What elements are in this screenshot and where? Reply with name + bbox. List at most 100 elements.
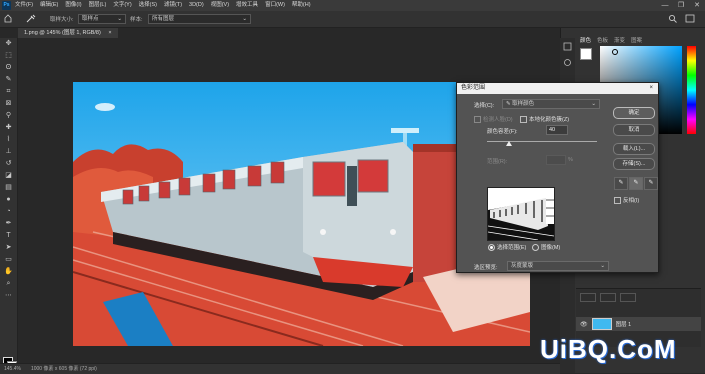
clone-stamp-icon[interactable]: ⊥ xyxy=(0,146,17,158)
layer-lock-box[interactable] xyxy=(600,293,616,302)
save-button[interactable]: 存储(S)... xyxy=(613,158,655,170)
menu-layer[interactable]: 图层(L) xyxy=(89,0,107,11)
more-tools-icon[interactable]: ⋯ xyxy=(0,290,17,302)
sample-size-value: 取样点 xyxy=(82,16,99,22)
cancel-button[interactable]: 取消 xyxy=(613,124,655,136)
tab-color[interactable]: 颜色 xyxy=(580,36,591,44)
brush-tool-icon[interactable]: ⌇ xyxy=(0,134,17,146)
minimize-button[interactable]: — xyxy=(657,0,673,11)
close-tab-icon[interactable]: × xyxy=(108,30,111,36)
layer-fill-box[interactable] xyxy=(620,293,636,302)
eyedropper-small-icon: ✎ xyxy=(506,101,511,107)
layer-thumbnail xyxy=(591,318,612,330)
range-label: 范围(R): xyxy=(487,159,508,165)
hue-slider[interactable] xyxy=(687,46,696,134)
tab-gradients[interactable]: 渐变 xyxy=(614,36,625,44)
color-picker-marker[interactable] xyxy=(612,49,618,55)
select-dropdown[interactable]: ✎ 取样颜色 ⌄ xyxy=(502,99,600,109)
ok-button[interactable]: 确定 xyxy=(613,107,655,119)
color-panel-tabs: 颜色 色板 渐变 图案 xyxy=(580,36,648,44)
selection-preview-dropdown[interactable]: 灰度蒙版 ⌄ xyxy=(507,261,609,271)
menu-edit[interactable]: 编辑(E) xyxy=(40,0,58,11)
menu-type[interactable]: 文字(Y) xyxy=(113,0,131,11)
subtract-from-sample-icon[interactable]: ✎ xyxy=(644,177,658,190)
history-panel-icon[interactable] xyxy=(563,42,572,51)
menu-select[interactable]: 选择(S) xyxy=(139,0,157,11)
pen-tool-icon[interactable]: ✒ xyxy=(0,218,17,230)
tab-patterns[interactable]: 图案 xyxy=(631,36,642,44)
radio-image[interactable] xyxy=(532,244,539,252)
dodge-tool-icon[interactable]: ◔ xyxy=(0,206,17,218)
menu-window[interactable]: 窗口(W) xyxy=(265,0,285,11)
fuzziness-slider-thumb[interactable] xyxy=(506,141,512,146)
frame-tool-icon[interactable]: ⊠ xyxy=(0,98,17,110)
document-tab[interactable]: 1.png @ 145% (图层 1, RGB/8) × xyxy=(18,28,118,38)
menu-3d[interactable]: 3D(D) xyxy=(189,0,204,11)
eyedropper-icon[interactable]: ⚲ xyxy=(0,110,17,122)
menu-image[interactable]: 图像(I) xyxy=(65,0,81,11)
invert-label: 反相(I) xyxy=(623,198,640,204)
move-tool-icon[interactable]: ✥ xyxy=(0,38,17,50)
watermark-text: UiBQ.CoM xyxy=(540,334,677,364)
quick-select-tool-icon[interactable]: ✎ xyxy=(0,74,17,86)
restore-button[interactable]: ❐ xyxy=(673,0,689,11)
radio-selection[interactable] xyxy=(488,244,495,252)
layer-filter-box[interactable] xyxy=(580,293,596,302)
fuzziness-input[interactable]: 40 xyxy=(546,125,568,135)
photoshop-logo[interactable]: Ps xyxy=(2,1,11,10)
radio-selection-option[interactable]: 选择范围(E) xyxy=(488,243,526,252)
sample-dropdown[interactable]: 所有图层 ⌄ xyxy=(148,14,251,24)
gradient-tool-icon[interactable]: ▤ xyxy=(0,182,17,194)
detect-faces-checkbox[interactable] xyxy=(474,116,481,124)
hand-tool-icon[interactable]: ✋ xyxy=(0,266,17,278)
dialog-close-icon[interactable]: × xyxy=(649,83,653,94)
eyedropper-icon[interactable]: ✎ xyxy=(614,177,628,190)
localized-clusters-option[interactable]: 本地化颜色簇(Z) xyxy=(520,115,569,124)
workspace-icon[interactable] xyxy=(685,14,695,23)
menu-view[interactable]: 视图(V) xyxy=(211,0,229,11)
lasso-tool-icon[interactable]: ʘ xyxy=(0,62,17,74)
menu-file[interactable]: 文件(F) xyxy=(15,0,33,11)
menu-filter[interactable]: 滤镜(T) xyxy=(164,0,182,11)
invert-option[interactable]: 反相(I) xyxy=(614,196,640,205)
add-to-sample-icon[interactable]: ✎ xyxy=(629,177,643,190)
zoom-tool-icon[interactable]: ⌕ xyxy=(0,278,17,290)
menu-help[interactable]: 帮助(H) xyxy=(292,0,311,11)
document-tab-bar: 1.png @ 145% (图层 1, RGB/8) × xyxy=(18,28,560,38)
panel-fg-swatch[interactable] xyxy=(580,48,592,60)
tab-swatches[interactable]: 色板 xyxy=(597,36,608,44)
selection-preview-image[interactable] xyxy=(487,187,555,241)
home-icon[interactable] xyxy=(4,14,12,23)
dialog-title: 色彩范围 xyxy=(461,85,486,91)
visibility-eye-icon[interactable]: 👁 xyxy=(580,321,588,328)
dialog-titlebar[interactable]: 色彩范围 × xyxy=(457,83,658,94)
healing-brush-icon[interactable]: ✚ xyxy=(0,122,17,134)
eraser-tool-icon[interactable]: ◪ xyxy=(0,170,17,182)
options-bar: 取样大小: 取样点 ⌄ 样本: 所有图层 ⌄ xyxy=(0,11,705,28)
localized-clusters-checkbox[interactable] xyxy=(520,116,527,124)
layer-name[interactable]: 图层 1 xyxy=(616,320,632,328)
type-tool-icon[interactable]: T xyxy=(0,230,17,242)
crop-tool-icon[interactable]: ⌗ xyxy=(0,86,17,98)
load-button[interactable]: 载入(L)... xyxy=(613,143,655,155)
invert-checkbox[interactable] xyxy=(614,197,621,205)
chevron-down-icon: ⌄ xyxy=(242,16,247,22)
close-window-button[interactable]: ✕ xyxy=(689,0,705,11)
sample-size-dropdown[interactable]: 取样点 ⌄ xyxy=(78,14,126,24)
blur-tool-icon[interactable]: ● xyxy=(0,194,17,206)
chevron-down-icon: ⌄ xyxy=(591,101,596,107)
history-brush-icon[interactable]: ↺ xyxy=(0,158,17,170)
selection-preview-value: 灰度蒙版 xyxy=(511,263,534,269)
fuzziness-slider-track[interactable] xyxy=(487,141,597,142)
marquee-tool-icon[interactable]: ⬚ xyxy=(0,50,17,62)
select-value: 取样颜色 xyxy=(512,101,535,107)
layer-row[interactable]: 👁 图层 1 xyxy=(576,317,701,331)
search-icon[interactable] xyxy=(668,14,678,23)
rectangle-tool-icon[interactable]: ▭ xyxy=(0,254,17,266)
eyedropper-tool-icon[interactable] xyxy=(26,14,36,23)
radio-image-option[interactable]: 图像(M) xyxy=(532,243,560,252)
properties-panel-icon[interactable] xyxy=(563,58,572,67)
path-select-icon[interactable]: ➤ xyxy=(0,242,17,254)
detect-faces-option[interactable]: 检测人脸(D) xyxy=(474,115,513,124)
menu-plugins[interactable]: 增效工具 xyxy=(236,0,258,11)
